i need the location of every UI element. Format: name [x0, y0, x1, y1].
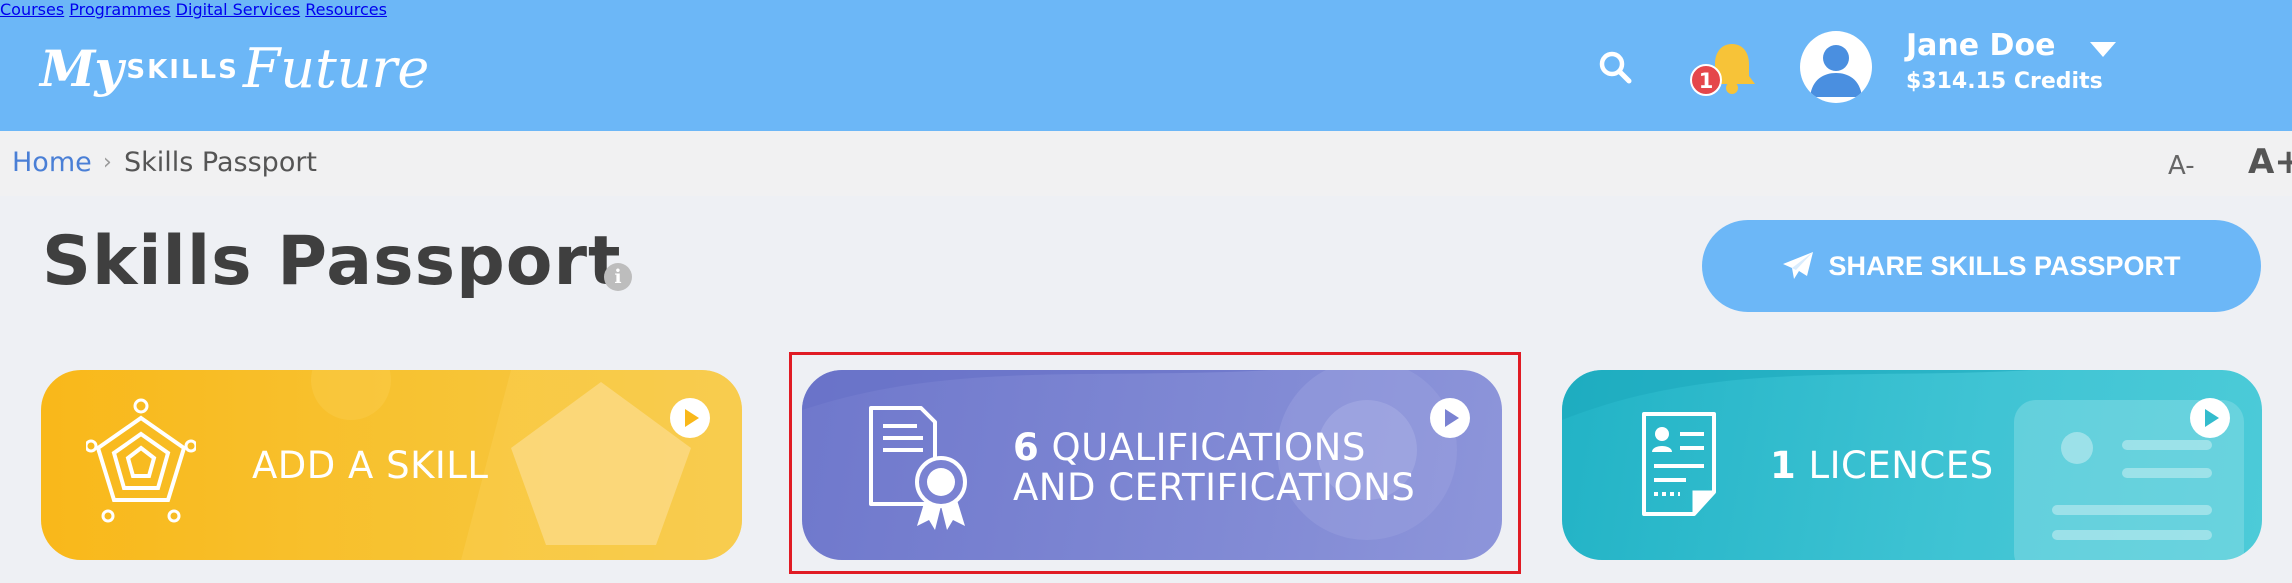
licences-card[interactable]: 1 LICENCES — [1562, 370, 2262, 560]
play-icon[interactable] — [670, 398, 710, 438]
bell-icon: 1 — [1690, 44, 1755, 96]
breadcrumb-home[interactable]: Home — [12, 147, 92, 178]
radar-chart-icon — [86, 398, 196, 523]
nav-courses[interactable]: Courses — [0, 0, 64, 19]
licences-label: 1 LICENCES — [1770, 446, 1994, 486]
play-icon[interactable] — [2190, 398, 2230, 438]
logo-skills: SKILLS — [126, 55, 239, 85]
nav-programmes[interactable]: Programmes — [69, 0, 170, 19]
font-decrease-button[interactable]: A- — [2168, 151, 2195, 181]
info-icon[interactable]: i — [604, 263, 632, 291]
user-name[interactable]: Jane Doe — [1906, 28, 2055, 63]
myskillsfuture-logo[interactable]: My SKILLS Future — [40, 18, 429, 118]
page-title: Skills Passport — [42, 222, 622, 301]
user-credits: $314.15 Credits — [1906, 69, 2103, 94]
logo-my: My — [40, 38, 123, 98]
breadcrumb-current: Skills Passport — [124, 147, 318, 178]
notifications-button[interactable]: 1 — [1690, 38, 1760, 98]
licences-line1: LICENCES — [1808, 444, 1994, 487]
logo-future: Future — [242, 36, 430, 100]
search-icon[interactable] — [1598, 50, 1632, 84]
nav-resources[interactable]: Resources — [305, 0, 387, 19]
user-avatar-icon[interactable] — [1800, 31, 1872, 103]
breadcrumb-separator: › — [103, 150, 112, 175]
share-button-label: SHARE SKILLS PASSPORT — [1828, 250, 2181, 281]
top-navigation-bar: My SKILLS Future Courses Programmes Digi… — [0, 0, 2292, 131]
font-increase-button[interactable]: A+ — [2248, 142, 2292, 182]
share-skills-passport-button[interactable]: SHARE SKILLS PASSPORT — [1702, 220, 2261, 312]
chevron-down-icon[interactable] — [2090, 42, 2116, 57]
nav-digital-services[interactable]: Digital Services — [176, 0, 300, 19]
notification-count: 1 — [1699, 69, 1714, 93]
selection-highlight — [789, 352, 1521, 574]
add-skill-card[interactable]: ADD A SKILL — [41, 370, 742, 560]
document-icon — [1642, 412, 1716, 516]
add-skill-label: ADD A SKILL — [252, 444, 489, 487]
paper-plane-icon — [1783, 252, 1814, 279]
licences-count: 1 — [1770, 444, 1797, 487]
breadcrumb — [0, 131, 2292, 196]
